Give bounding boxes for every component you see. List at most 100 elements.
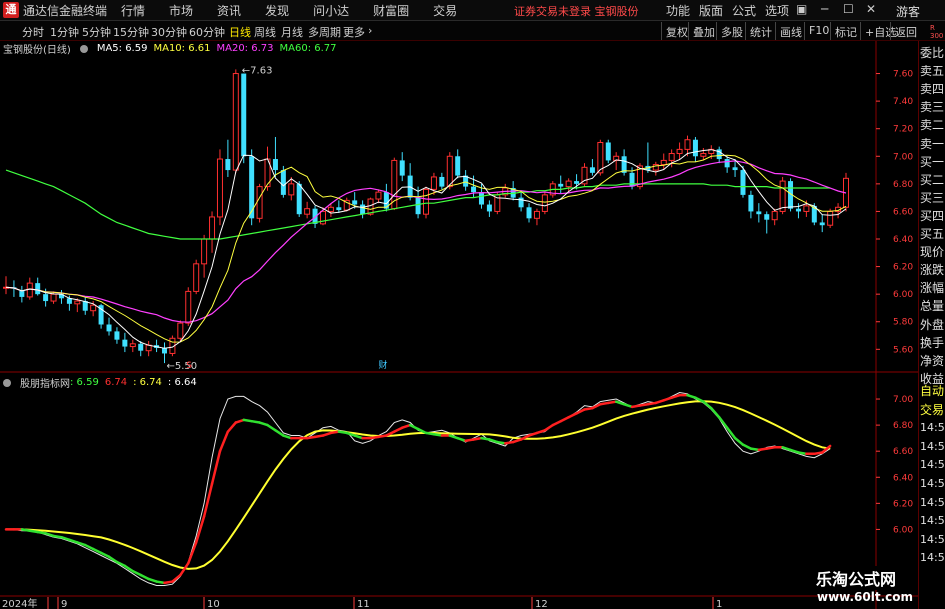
indicator-v4: : 6.64 xyxy=(167,377,197,388)
candle-body-up xyxy=(74,300,81,305)
date-label: 12 xyxy=(535,599,548,609)
candle-body-down xyxy=(518,197,524,208)
candle-body-down xyxy=(66,298,72,304)
ma10-line xyxy=(5,154,847,343)
indicator-trend-segment xyxy=(321,431,333,437)
candle-body-down xyxy=(756,211,762,215)
candle-body-down xyxy=(352,200,358,205)
indicator-trend-segment xyxy=(258,421,269,427)
indicator-name[interactable]: 股朋指标网 xyxy=(20,375,70,390)
date-label: 11 xyxy=(357,599,370,609)
side-item: 涨幅 xyxy=(920,281,945,296)
candle-body-down xyxy=(399,160,405,176)
candle-body-down xyxy=(455,156,461,176)
candle-body-up xyxy=(209,216,216,240)
indicator-trend-segment xyxy=(115,560,127,568)
indicator-trend-segment xyxy=(282,434,293,440)
indicator-trend-segment xyxy=(60,535,71,542)
indicator-trend-segment xyxy=(456,436,467,443)
indicator-trend-segment xyxy=(686,393,697,399)
indicator-v1: : 6.59 xyxy=(70,377,99,388)
candle-body-up xyxy=(565,180,572,188)
ind-tick-label: 7.00 xyxy=(893,395,913,405)
indicator-trend-segment xyxy=(511,438,523,444)
candle-body-up xyxy=(423,188,429,215)
date-label: 2024年 xyxy=(2,597,37,609)
side-item: 交易 xyxy=(920,402,945,417)
indicator-trend-segment xyxy=(147,577,158,583)
candle-body-up xyxy=(216,158,223,218)
candle-body-down xyxy=(471,186,477,193)
indicator-trend-segment xyxy=(702,400,713,410)
date-label: 10 xyxy=(207,599,220,609)
candle-body-up xyxy=(50,293,57,302)
ind-tick-label: 6.80 xyxy=(893,421,913,431)
indicator-trend-segment xyxy=(591,403,602,410)
candle-body-up xyxy=(232,73,239,171)
indicator-trend-segment xyxy=(551,419,562,427)
candle-body-up xyxy=(533,210,540,219)
side-item: 净资 xyxy=(920,353,945,368)
side-item: 卖三 xyxy=(920,100,945,115)
ma5-value: MA5: 6.59 xyxy=(96,43,148,54)
price-tick-label: 6.40 xyxy=(893,235,913,245)
indicator-v3: : 6.74 xyxy=(133,377,162,388)
high-annotation: ←7.63 xyxy=(242,65,273,76)
candle-body-down xyxy=(795,208,801,212)
side-item: 14:56 xyxy=(920,495,945,509)
stock-name[interactable]: 宝钢股份(日线) xyxy=(3,41,71,56)
price-tick-label: 5.60 xyxy=(893,345,913,355)
price-tick-label: 6.80 xyxy=(893,180,913,190)
candle-body-up xyxy=(779,180,786,212)
date-label: 1 xyxy=(716,599,722,609)
side-item: 涨跌 xyxy=(920,263,945,278)
candle-body-down xyxy=(138,343,144,351)
price-tick-label: 7.00 xyxy=(893,152,913,162)
candle-body-down xyxy=(574,181,580,184)
candle-body-down xyxy=(526,207,532,219)
indicator-trend-segment xyxy=(662,396,673,402)
candle-body-down xyxy=(478,192,484,205)
side-item: 14:56 xyxy=(920,439,945,453)
indicator-trend-segment xyxy=(535,429,547,435)
indicator-trend-segment xyxy=(448,434,459,440)
side-top-label: R 300 xyxy=(930,24,944,40)
price-tick-label: 6.20 xyxy=(893,263,913,273)
candle-body-up xyxy=(304,208,311,215)
low-annotation: ←5.50 xyxy=(166,361,197,372)
indicator-trend-segment xyxy=(654,399,665,405)
candle-body-up xyxy=(660,159,667,166)
indicator-trend-segment xyxy=(234,418,245,424)
candle-body-down xyxy=(629,172,635,187)
indicator-trend-segment xyxy=(393,426,404,433)
candle-body-up xyxy=(185,290,192,324)
candle-body-down xyxy=(764,214,770,220)
kline-chart[interactable]: 7.60 7.40 7.20 7.00 6.80 6.60 6.40 6.20 6.00 5.80… xyxy=(0,0,918,609)
indicator-white-line xyxy=(6,391,831,586)
candle-body-down xyxy=(724,159,730,168)
finance-marker: 财 xyxy=(378,359,387,371)
indicator-trend-segment xyxy=(353,434,364,440)
candle-body-down xyxy=(225,159,231,171)
side-item: 买一 xyxy=(920,154,945,169)
indicator-trend-segment xyxy=(717,416,729,429)
indicator-yellow-line xyxy=(6,400,831,570)
indicator-trend-segment xyxy=(622,403,634,409)
candle-body-down xyxy=(605,142,611,161)
candle-body-down xyxy=(106,324,112,332)
candle-body-down xyxy=(740,170,746,195)
candle-body-down xyxy=(296,183,302,215)
candle-body-down xyxy=(35,283,41,295)
indicator-v2: 6.74 xyxy=(104,377,128,388)
indicator-dot-icon[interactable] xyxy=(3,378,11,387)
settings-dot-icon[interactable] xyxy=(79,44,88,53)
indicator-trend-segment xyxy=(266,423,277,432)
candle-body-up xyxy=(446,155,453,188)
candle-body-up xyxy=(541,194,548,212)
candle-body-down xyxy=(122,339,128,347)
indicator-trend-segment xyxy=(733,436,745,446)
candle-body-down xyxy=(732,167,738,171)
price-tick-label: 7.20 xyxy=(893,125,913,135)
side-item: 自动 xyxy=(920,384,945,398)
indicator-trend-segment xyxy=(123,564,135,573)
